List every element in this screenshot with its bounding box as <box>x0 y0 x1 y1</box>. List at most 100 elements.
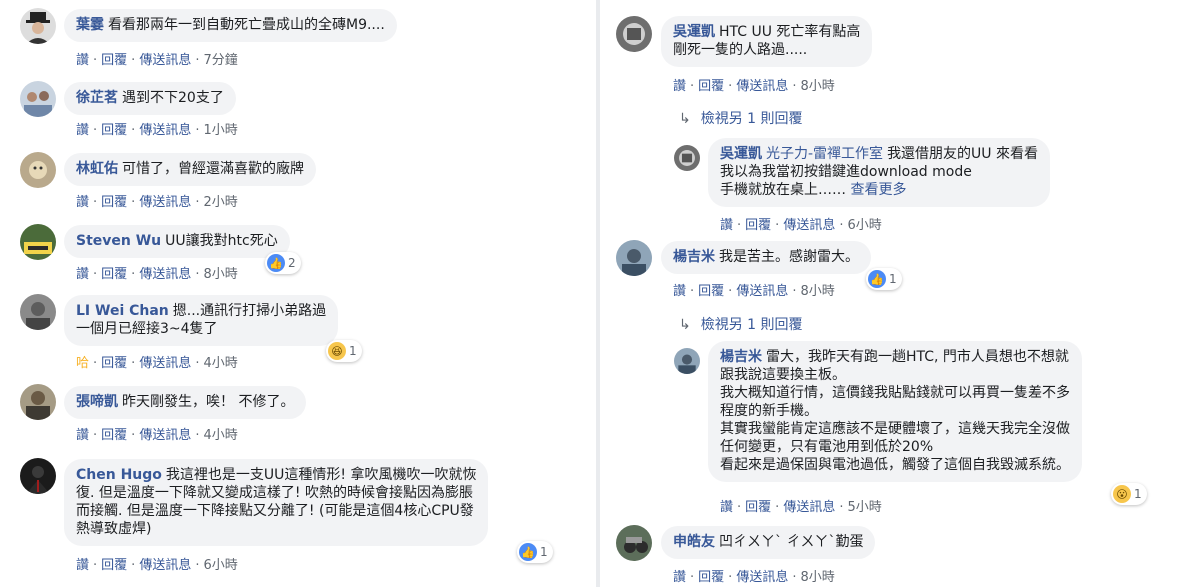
like-reaction-icon: 👍 <box>267 254 285 272</box>
timestamp[interactable]: 6小時 <box>847 218 881 233</box>
timestamp[interactable]: 5小時 <box>847 500 881 515</box>
like-link[interactable]: 讚 <box>76 123 89 138</box>
reaction-count[interactable]: 👍 1 <box>517 541 553 563</box>
reply-link[interactable]: 回覆 <box>745 218 771 233</box>
message-link[interactable]: 傳送訊息 <box>139 267 191 282</box>
commenter-name[interactable]: 林虹佑 <box>76 161 118 177</box>
message-link[interactable]: 傳送訊息 <box>783 218 835 233</box>
commenter-name[interactable]: 楊吉米 <box>720 349 762 365</box>
reply-link[interactable]: 回覆 <box>698 284 724 299</box>
reply-link[interactable]: 回覆 <box>101 558 127 573</box>
reply-arrow-icon: ↳ <box>679 317 691 333</box>
commenter-name[interactable]: 楊吉米 <box>673 249 715 265</box>
message-link[interactable]: 傳送訊息 <box>139 53 191 68</box>
like-link[interactable]: 讚 <box>76 428 89 443</box>
see-more-link[interactable]: 查看更多 <box>850 182 906 198</box>
like-link[interactable]: 讚 <box>76 267 89 282</box>
commenter-name[interactable]: LI Wei Chan <box>76 303 169 319</box>
reply-link[interactable]: 回覆 <box>101 428 127 443</box>
mention-link[interactable]: 光子力-雷禪工作室 <box>766 146 883 162</box>
commenter-name[interactable]: 徐芷茗 <box>76 90 118 106</box>
avatar[interactable] <box>616 16 652 52</box>
timestamp[interactable]: 8小時 <box>800 570 834 585</box>
reply-link[interactable]: 回覆 <box>101 53 127 68</box>
commenter-name[interactable]: 吳運凱 <box>720 146 762 162</box>
timestamp[interactable]: 6小時 <box>203 558 237 573</box>
message-link[interactable]: 傳送訊息 <box>139 558 191 573</box>
like-link[interactable]: 讚 <box>673 79 686 94</box>
timestamp[interactable]: 8小時 <box>203 267 237 282</box>
like-link[interactable]: 讚 <box>720 500 733 515</box>
message-link[interactable]: 傳送訊息 <box>139 356 191 371</box>
message-link[interactable]: 傳送訊息 <box>139 123 191 138</box>
reply-link[interactable]: 回覆 <box>101 195 127 210</box>
like-link[interactable]: 讚 <box>76 53 89 68</box>
view-more-replies[interactable]: ↳ 檢視另 1 則回覆 <box>679 314 803 334</box>
left-comment-column: 葉霎 看看那兩年一到自動死亡疊成山的全磚M9.... 讚 · 回覆 · 傳送訊息 · 7分鐘 … <box>0 0 596 587</box>
commenter-name[interactable]: 葉霎 <box>76 17 104 33</box>
comment-actions: 讚 · 回覆 · 傳送訊息 · 5小時 <box>720 500 882 515</box>
commenter-name[interactable]: 申皓友 <box>673 534 715 550</box>
comment-bubble: 楊吉米 我是苦主。感謝雷大。 <box>661 241 871 274</box>
avatar[interactable] <box>20 224 56 260</box>
timestamp[interactable]: 8小時 <box>800 79 834 94</box>
reply-link[interactable]: 回覆 <box>101 123 127 138</box>
view-more-replies[interactable]: ↳ 檢視另 1 則回覆 <box>679 108 803 128</box>
message-link[interactable]: 傳送訊息 <box>736 570 788 585</box>
commenter-name[interactable]: Steven Wu <box>76 233 161 249</box>
avatar[interactable] <box>20 294 56 330</box>
comment-bubble: 申皓友 凹ㄔㄨㄚˋ ㄔㄨㄚˋ勤蛋 <box>661 526 876 559</box>
comment-text: 我這裡也是一支UU這種情形! 拿吹風機吹一吹就恢 <box>165 467 477 483</box>
reaction-count[interactable]: 😆 1 <box>326 340 362 362</box>
comment-bubble: 吳運凱 光子力-雷禪工作室 我還借朋友的UU 來看看 我以為我當初按錯鍵進downl… <box>708 138 1051 207</box>
avatar[interactable] <box>20 8 56 44</box>
commenter-name[interactable]: 張啼凱 <box>76 394 118 410</box>
timestamp[interactable]: 8小時 <box>800 284 834 299</box>
comment-text: 我還借朋友的UU 來看看 <box>887 146 1039 162</box>
timestamp[interactable]: 2小時 <box>203 195 237 210</box>
avatar[interactable] <box>616 525 652 561</box>
reply-link[interactable]: 回覆 <box>101 356 127 371</box>
reply-link[interactable]: 回覆 <box>698 79 724 94</box>
like-link[interactable]: 讚 <box>673 570 686 585</box>
reply-link[interactable]: 回覆 <box>745 500 771 515</box>
like-link[interactable]: 讚 <box>76 195 89 210</box>
avatar[interactable] <box>674 348 700 374</box>
commenter-name[interactable]: 吳運凱 <box>673 24 715 40</box>
reaction-count[interactable]: 👍 1 <box>866 268 902 290</box>
like-reaction-icon: 👍 <box>868 270 886 288</box>
timestamp[interactable]: 7分鐘 <box>203 53 237 68</box>
comment-actions: 讚 · 回覆 · 傳送訊息 · 8小時 <box>673 79 835 94</box>
reaction-count[interactable]: 👍 2 <box>265 252 301 274</box>
avatar[interactable] <box>20 152 56 188</box>
avatar[interactable] <box>20 458 56 494</box>
commenter-name[interactable]: Chen Hugo <box>76 467 162 483</box>
timestamp[interactable]: 1小時 <box>203 123 237 138</box>
comment-bubble: 林虹佑 可惜了，曾經還滿喜歡的廠牌 <box>64 153 316 186</box>
message-link[interactable]: 傳送訊息 <box>736 79 788 94</box>
avatar[interactable] <box>20 81 56 117</box>
avatar[interactable] <box>616 240 652 276</box>
reaction-count[interactable]: 😮 1 <box>1111 483 1147 505</box>
message-link[interactable]: 傳送訊息 <box>736 284 788 299</box>
comment-text: HTC UU 死亡率有點高 <box>719 24 861 40</box>
reply-link[interactable]: 回覆 <box>698 570 724 585</box>
comment-text: 遇到不下20支了 <box>122 90 224 106</box>
timestamp[interactable]: 4小時 <box>203 428 237 443</box>
comment-actions: 讚 · 回覆 · 傳送訊息 · 8小時 <box>76 267 238 282</box>
comment-text: 而接觸. 但是溫度一下降接點又分離了! (可能是這個4核心CPU發 <box>76 503 474 519</box>
like-link[interactable]: 讚 <box>673 284 686 299</box>
comment-actions: 讚 · 回覆 · 傳送訊息 · 8小時 <box>673 570 835 585</box>
like-link[interactable]: 讚 <box>76 558 89 573</box>
reply-arrow-icon: ↳ <box>679 111 691 127</box>
avatar[interactable] <box>674 145 700 171</box>
like-link[interactable]: 讚 <box>720 218 733 233</box>
message-link[interactable]: 傳送訊息 <box>783 500 835 515</box>
message-link[interactable]: 傳送訊息 <box>139 195 191 210</box>
timestamp[interactable]: 4小時 <box>203 356 237 371</box>
reply-link[interactable]: 回覆 <box>101 267 127 282</box>
comment-bubble: Steven Wu UU讓我對htc死心 <box>64 225 290 258</box>
message-link[interactable]: 傳送訊息 <box>139 428 191 443</box>
avatar[interactable] <box>20 384 56 420</box>
haha-link[interactable]: 哈 <box>76 356 89 371</box>
